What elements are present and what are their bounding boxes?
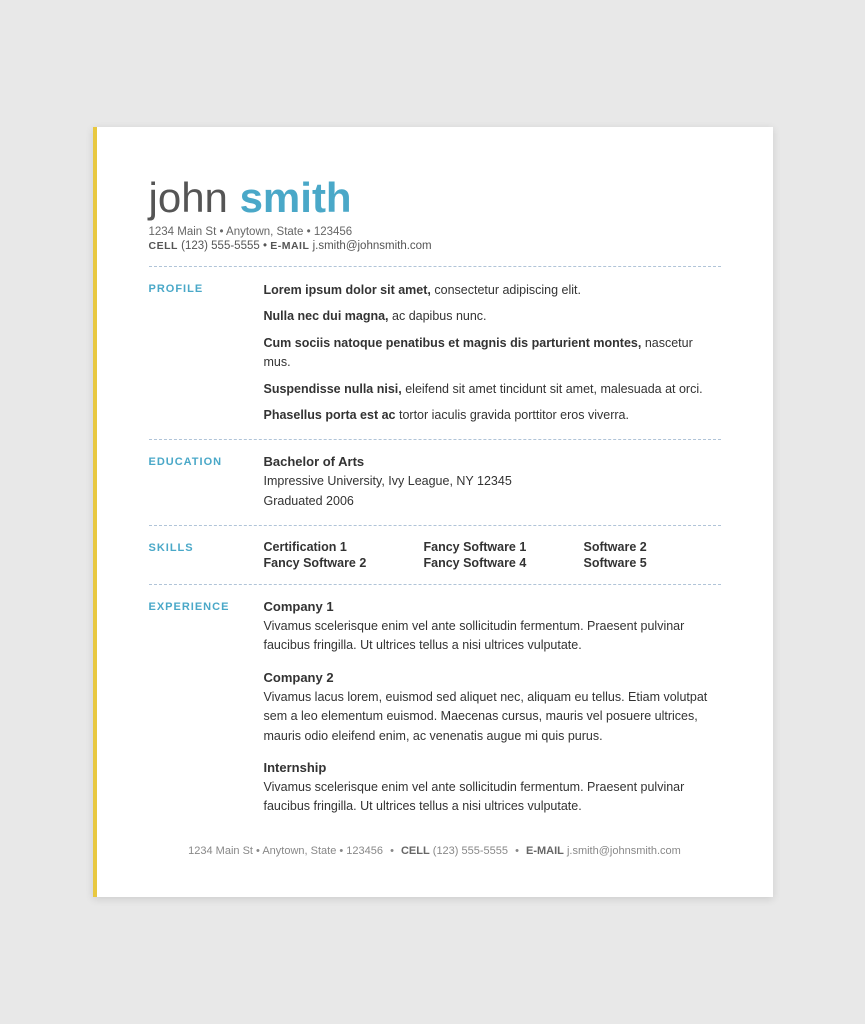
company-1-desc: Vivamus scelerisque enim vel ante sollic… (264, 617, 721, 656)
address-line: 1234 Main St • Anytown, State • 123456 (149, 226, 721, 238)
profile-rest-4: eleifend sit amet tincidunt sit amet, ma… (405, 382, 702, 396)
exp-entry-1: Company 1 Vivamus scelerisque enim vel a… (264, 599, 721, 656)
skill-2: Fancy Software 1 (424, 540, 584, 554)
skills-grid: Certification 1 Fancy Software 1 Softwar… (264, 540, 724, 570)
education-content: Bachelor of Arts Impressive University, … (264, 454, 721, 511)
contact-line: CELL (123) 555-5555 • E-MAIL j.smith@joh… (149, 240, 721, 252)
profile-label: PROFILE (149, 281, 264, 295)
profile-content: Lorem ipsum dolor sit amet, consectetur … (264, 281, 721, 426)
company-2-name: Company 2 (264, 670, 721, 685)
email-label: E-MAIL (270, 240, 309, 252)
profile-para-3: Cum sociis natoque penatibus et magnis d… (264, 334, 721, 372)
footer-address: 1234 Main St • Anytown, State • 123456 (188, 845, 383, 857)
resume-header: john smith 1234 Main St • Anytown, State… (149, 175, 721, 251)
exp-entry-3: Internship Vivamus scelerisque enim vel … (264, 760, 721, 817)
experience-section: EXPERIENCE Company 1 Vivamus scelerisque… (149, 599, 721, 817)
skill-6: Software 5 (584, 556, 724, 570)
profile-para-5: Phasellus porta est ac tortor iaculis gr… (264, 406, 721, 425)
profile-divider (149, 439, 721, 440)
profile-para-1: Lorem ipsum dolor sit amet, consectetur … (264, 281, 721, 300)
profile-rest-1: consectetur adipiscing elit. (434, 283, 581, 297)
education-label: EDUCATION (149, 454, 264, 468)
profile-bold-5: Phasellus porta est ac (264, 408, 396, 422)
edu-degree: Bachelor of Arts (264, 454, 721, 469)
edu-university: Impressive University, Ivy League, NY 12… (264, 471, 721, 491)
company-1-name: Company 1 (264, 599, 721, 614)
profile-rest-5: tortor iaculis gravida porttitor eros vi… (399, 408, 629, 422)
profile-bold-2: Nulla nec dui magna, (264, 309, 389, 323)
profile-bold-3: Cum sociis natoque penatibus et magnis d… (264, 336, 642, 350)
experience-label: EXPERIENCE (149, 599, 264, 613)
experience-content: Company 1 Vivamus scelerisque enim vel a… (264, 599, 721, 817)
company-3-desc: Vivamus scelerisque enim vel ante sollic… (264, 778, 721, 817)
email-value: j.smith@johnsmith.com (313, 240, 432, 252)
cell-label: CELL (149, 240, 178, 252)
page-wrapper: john smith 1234 Main St • Anytown, State… (0, 0, 865, 1024)
profile-para-2: Nulla nec dui magna, ac dapibus nunc. (264, 307, 721, 326)
skill-3: Software 2 (584, 540, 724, 554)
resume-footer: 1234 Main St • Anytown, State • 123456 •… (149, 845, 721, 857)
education-divider (149, 525, 721, 526)
skills-divider (149, 584, 721, 585)
footer-email: j.smith@johnsmith.com (567, 845, 681, 857)
skill-4: Fancy Software 2 (264, 556, 424, 570)
profile-rest-2: ac dapibus nunc. (392, 309, 487, 323)
education-section: EDUCATION Bachelor of Arts Impressive Un… (149, 454, 721, 511)
skills-section: SKILLS Certification 1 Fancy Software 1 … (149, 540, 721, 570)
profile-bold-4: Suspendisse nulla nisi, (264, 382, 402, 396)
skills-content: Certification 1 Fancy Software 1 Softwar… (264, 540, 724, 570)
name-heading: john smith (149, 175, 721, 221)
profile-para-4: Suspendisse nulla nisi, eleifend sit ame… (264, 380, 721, 399)
last-name: smith (240, 174, 352, 221)
exp-entry-2: Company 2 Vivamus lacus lorem, euismod s… (264, 670, 721, 746)
skills-label: SKILLS (149, 540, 264, 554)
profile-bold-1: Lorem ipsum dolor sit amet, (264, 283, 431, 297)
edu-graduated: Graduated 2006 (264, 491, 721, 511)
header-divider (149, 266, 721, 267)
footer-cell-label: CELL (401, 845, 430, 857)
resume-document: john smith 1234 Main St • Anytown, State… (93, 127, 773, 896)
skill-5: Fancy Software 4 (424, 556, 584, 570)
company-3-name: Internship (264, 760, 721, 775)
cell-value: (123) 555-5555 (181, 240, 260, 252)
company-2-desc: Vivamus lacus lorem, euismod sed aliquet… (264, 688, 721, 746)
profile-section: PROFILE Lorem ipsum dolor sit amet, cons… (149, 281, 721, 426)
first-name: john (149, 174, 228, 221)
skill-1: Certification 1 (264, 540, 424, 554)
footer-cell: (123) 555-5555 (433, 845, 508, 857)
footer-email-label: E-MAIL (526, 845, 564, 857)
